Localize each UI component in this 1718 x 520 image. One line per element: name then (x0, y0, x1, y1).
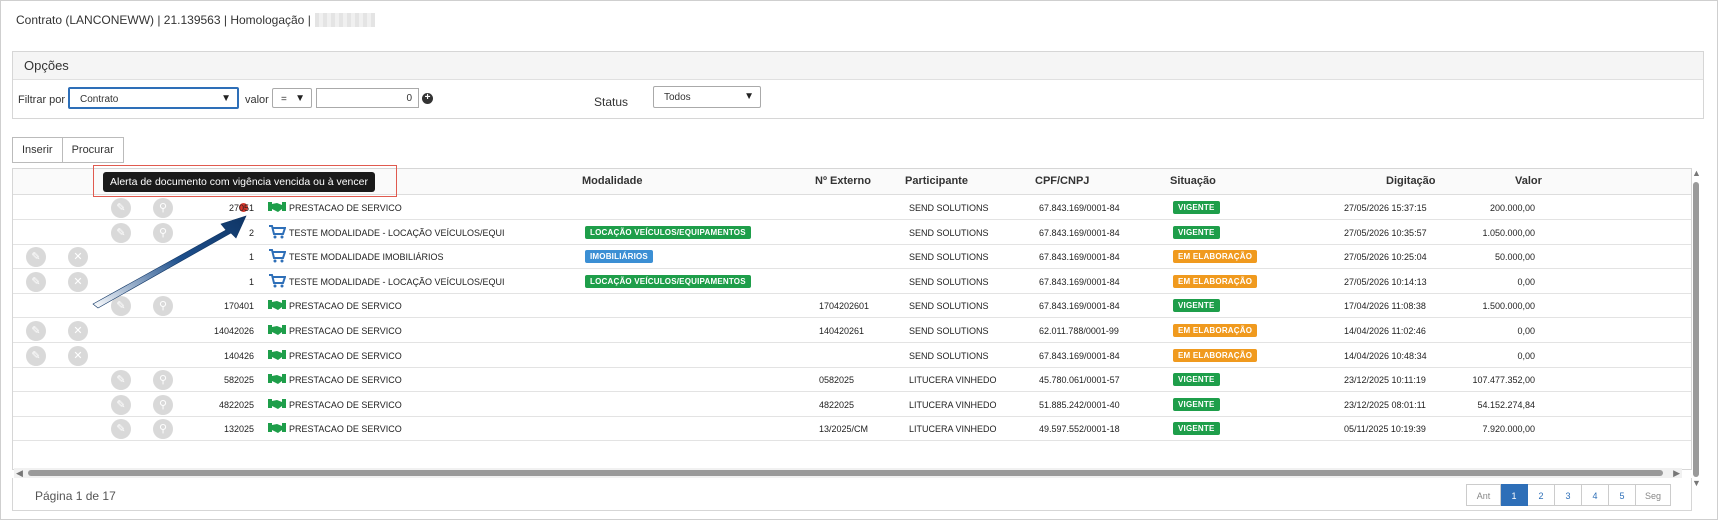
pagination: Ant 1 2 3 4 5 Seg (1466, 484, 1671, 506)
vertical-scroll-thumb[interactable] (1693, 182, 1699, 477)
page-button-2[interactable]: 2 (1528, 484, 1555, 506)
arrow-shape (92, 215, 247, 309)
horizontal-scrollbar[interactable]: ◀ ▶ (14, 468, 1682, 478)
page-button-5[interactable]: 5 (1609, 484, 1636, 506)
vertical-scrollbar[interactable]: ▲ ▼ (1690, 168, 1702, 488)
scroll-up-icon[interactable]: ▲ (1692, 168, 1701, 178)
page-button-1[interactable]: 1 (1501, 484, 1528, 506)
horizontal-scroll-thumb[interactable] (28, 470, 1663, 476)
scroll-down-icon[interactable]: ▼ (1692, 478, 1701, 488)
page-button-4[interactable]: 4 (1582, 484, 1609, 506)
prev-page-button[interactable]: Ant (1466, 484, 1501, 506)
table-footer: Página 1 de 17 Ant 1 2 3 4 5 Seg (12, 478, 1692, 511)
page-button-3[interactable]: 3 (1555, 484, 1582, 506)
annotation-arrow (92, 215, 247, 309)
page-info: Página 1 de 17 (35, 489, 116, 503)
next-page-button[interactable]: Seg (1636, 484, 1671, 506)
